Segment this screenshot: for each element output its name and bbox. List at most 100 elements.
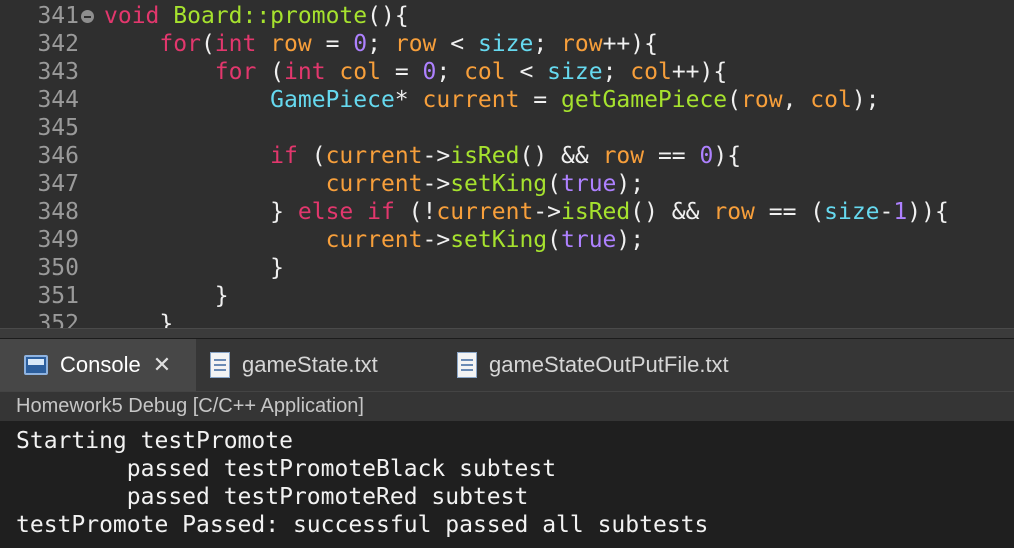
text-file-icon	[210, 352, 230, 378]
code-token: =	[519, 87, 561, 113]
code-token: current	[325, 171, 423, 197]
line-number: 351	[37, 283, 79, 309]
line-number-gutter: 341 342 343 344 345 346 347 348 349 350 351 352	[0, 0, 98, 328]
code-token: );	[616, 171, 645, 197]
line-number: 346	[37, 143, 79, 169]
console-line: Starting testPromote	[16, 428, 293, 454]
code-token: ==	[644, 143, 700, 169]
code-line[interactable]: }	[104, 282, 229, 310]
code-token: ->	[422, 227, 451, 253]
code-token: size	[477, 31, 534, 57]
code-line[interactable]: } else if (!current->isRed() && row == (…	[104, 198, 949, 226]
code-token: }	[104, 255, 285, 281]
code-line[interactable]: }	[104, 310, 173, 328]
code-token: ;	[436, 59, 465, 85]
console-icon	[24, 355, 48, 375]
code-token: (	[727, 87, 742, 113]
code-token: setKing	[450, 171, 548, 197]
tab-gamestate-label: gameState.txt	[242, 352, 378, 377]
line-number: 345	[37, 115, 79, 141]
code-token: ++){	[602, 31, 658, 57]
close-console-icon[interactable]: ✕	[153, 354, 171, 376]
text-file-icon	[457, 352, 477, 378]
code-token: ->	[422, 143, 451, 169]
code-line[interactable]: if (current->isRed() && row == 0){	[104, 142, 741, 170]
line-number: 350	[37, 255, 79, 281]
code-token: else if	[297, 199, 395, 225]
console-line: passed testPromoteBlack subtest	[16, 456, 557, 482]
code-editor[interactable]: 341 342 343 344 345 346 347 348 349 350 351 352 voi…	[0, 0, 1014, 328]
code-token: size	[824, 199, 880, 225]
line-number: 348	[37, 199, 79, 225]
code-line[interactable]: GamePiece* current = getGamePiece(row, c…	[104, 86, 880, 114]
panel-splitter[interactable]	[0, 328, 1014, 339]
code-token: size	[547, 59, 603, 85]
line-number: 341	[37, 3, 79, 29]
code-token: )){	[907, 199, 949, 225]
code-token: current	[325, 227, 423, 253]
code-token: true	[561, 227, 617, 253]
fold-collapse-icon[interactable]	[81, 10, 94, 23]
code-token: () &&	[630, 199, 714, 225]
code-token: ){	[713, 143, 742, 169]
code-token: );	[851, 87, 880, 113]
code-token: Board::promote	[173, 3, 368, 29]
tab-gamestate[interactable]: gameState.txt	[210, 339, 378, 391]
code-token: -	[879, 199, 894, 225]
console-launch-title: Homework5 Debug [C/C++ Application]	[0, 391, 1014, 421]
tab-gamestate-output-label: gameStateOutPutFile.txt	[489, 352, 729, 377]
code-token: col	[339, 59, 381, 85]
line-number: 343	[37, 59, 79, 85]
code-token: (	[297, 143, 326, 169]
line-number: 344	[37, 87, 79, 113]
line-number: 349	[37, 227, 79, 253]
code-token: isRed	[561, 199, 631, 225]
code-token: ;	[367, 31, 395, 57]
code-token: == (	[754, 199, 825, 225]
code-token: row	[713, 199, 755, 225]
tab-console[interactable]: Console ✕	[0, 339, 196, 391]
code-token: row	[561, 31, 603, 57]
code-line[interactable]: current->setKing(true);	[104, 170, 645, 198]
code-token: col	[464, 59, 506, 85]
code-token: current	[422, 87, 520, 113]
code-token: row	[602, 143, 645, 169]
code-token: col	[810, 87, 852, 113]
line-number: 342	[37, 31, 79, 57]
code-token: row	[270, 31, 312, 57]
code-token: 0	[699, 143, 714, 169]
code-token: int	[214, 31, 271, 57]
code-line[interactable]: for(int row = 0; row < size; row++){	[104, 30, 658, 58]
line-number: 347	[37, 171, 79, 197]
code-token: isRed	[450, 143, 520, 169]
tab-gamestate-output[interactable]: gameStateOutPutFile.txt	[457, 339, 729, 391]
code-token: row	[741, 87, 783, 113]
code-line[interactable]: for (int col = 0; col < size; col++){	[104, 58, 727, 86]
code-line[interactable]: void Board::promote(){	[104, 2, 409, 30]
code-token: () &&	[519, 143, 603, 169]
code-token: *	[394, 87, 423, 113]
tab-console-label: Console	[60, 352, 141, 377]
code-line[interactable]: current->setKing(true);	[104, 226, 645, 254]
console-tab-bar: Console ✕ gameState.txt gameStateOutPutF…	[0, 339, 1014, 391]
code-token: }	[104, 311, 174, 328]
code-token: current	[325, 143, 423, 169]
code-token: true	[561, 171, 617, 197]
code-line[interactable]: }	[104, 254, 284, 282]
code-token: row	[394, 31, 437, 57]
code-token: for	[214, 59, 257, 85]
code-token: }	[104, 283, 229, 309]
code-token: =	[311, 31, 354, 57]
code-token: <	[436, 31, 478, 57]
code-token: (){	[367, 3, 409, 29]
console-line: testPromote Passed: successful passed al…	[16, 512, 709, 538]
code-token: );	[616, 227, 645, 253]
code-token: 0	[353, 31, 368, 57]
code-token: ,	[782, 87, 811, 113]
code-token: if	[270, 143, 298, 169]
code-token: ->	[422, 171, 451, 197]
code-token: ;	[602, 59, 631, 85]
console-output[interactable]: Starting testPromote passed testPromoteB…	[0, 421, 1014, 548]
